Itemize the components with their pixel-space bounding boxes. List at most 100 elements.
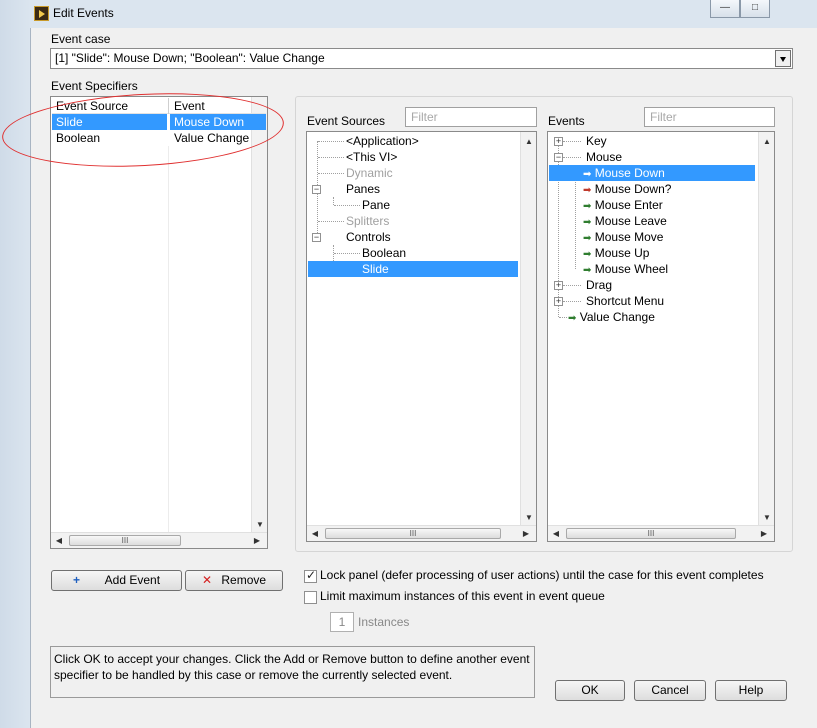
collapse-icon[interactable]: −	[554, 153, 563, 162]
help-message-text: Click OK to accept your changes. Click t…	[54, 652, 530, 682]
scroll-up-icon[interactable]: ▲	[759, 135, 775, 149]
events-vscrollbar[interactable]: ▲ ▼	[758, 132, 774, 525]
events-hscrollbar[interactable]: ◀ III ▶	[548, 525, 774, 541]
event-case-dropdown[interactable]: [1] "Slide": Mouse Down; "Boolean": Valu…	[50, 48, 793, 69]
column-grid-line	[168, 146, 169, 532]
instances-label: Instances	[358, 615, 410, 629]
tree-connector	[334, 253, 360, 254]
cancel-button[interactable]: Cancel	[634, 680, 706, 701]
instances-numeric-input[interactable]: 1	[330, 612, 354, 632]
scroll-down-icon[interactable]: ▼	[521, 511, 537, 525]
event-item-label: Mouse Down	[594, 166, 665, 180]
remove-label: Remove	[221, 573, 267, 587]
event-specifiers-label: Event Specifiers	[51, 79, 138, 93]
tree-connector	[563, 285, 581, 286]
limit-instances-label: Limit maximum instances of this event in…	[320, 589, 605, 603]
scroll-left-icon[interactable]: ◀	[309, 527, 321, 541]
sources-hscrollbar[interactable]: ◀ III ▶	[307, 525, 536, 541]
event-item-label: Mouse Enter	[594, 198, 663, 212]
event-item-mouse-enter[interactable]: ➡ Mouse Enter	[583, 197, 663, 213]
event-item-mouse-up[interactable]: ➡ Mouse Up	[583, 245, 649, 261]
source-item-application[interactable]: <Application>	[346, 133, 419, 149]
source-item-splitters[interactable]: Splitters	[346, 213, 389, 229]
edit-events-window: Edit Events — □ Event case [1] "Slide": …	[0, 0, 817, 728]
tree-connector	[318, 141, 344, 142]
event-item-mouse[interactable]: Mouse	[586, 149, 622, 165]
scroll-right-icon[interactable]: ▶	[758, 527, 770, 541]
event-item-mouse-move[interactable]: ➡ Mouse Move	[583, 229, 663, 245]
dropdown-arrow-icon[interactable]	[775, 50, 791, 67]
scroll-left-icon[interactable]: ◀	[550, 527, 562, 541]
minimize-button[interactable]: —	[710, 0, 740, 18]
tree-connector	[563, 157, 581, 158]
events-filter-input[interactable]: Filter	[644, 107, 775, 127]
event-item-shortcut-menu[interactable]: Shortcut Menu	[586, 293, 664, 309]
event-case-label: Event case	[51, 32, 111, 46]
source-item-boolean[interactable]: Boolean	[362, 245, 406, 261]
sources-vscrollbar[interactable]: ▲ ▼	[520, 132, 536, 525]
tree-connector	[318, 157, 344, 158]
add-event-button[interactable]: + Add Event	[51, 570, 182, 591]
remove-button[interactable]: ✕ Remove	[185, 570, 283, 591]
scroll-down-icon[interactable]: ▼	[252, 518, 268, 532]
x-icon: ✕	[201, 573, 213, 587]
source-item-controls[interactable]: Controls	[346, 229, 391, 245]
maximize-button[interactable]: □	[740, 0, 770, 18]
source-item-this-vi[interactable]: <This VI>	[346, 149, 397, 165]
specifiers-hscrollbar[interactable]: ◀ III ▶	[51, 532, 267, 548]
arrow-right-icon: ➡	[568, 313, 577, 324]
arrow-right-icon: ➡	[583, 201, 592, 212]
expand-icon[interactable]: +	[554, 281, 563, 290]
event-item-mouse-leave[interactable]: ➡ Mouse Leave	[583, 213, 667, 229]
specifiers-vscrollbar[interactable]: ▼	[251, 97, 267, 532]
tree-connector	[559, 317, 567, 318]
title-bar: Edit Events — □	[0, 0, 817, 28]
scroll-up-icon[interactable]: ▲	[521, 135, 537, 149]
scroll-thumb[interactable]: III	[566, 528, 736, 539]
event-item-label: Mouse Wheel	[594, 262, 669, 276]
source-item-panes[interactable]: Panes	[346, 181, 380, 197]
scroll-thumb[interactable]: III	[325, 528, 501, 539]
source-item-slide[interactable]: Slide	[308, 261, 518, 277]
tree-connector	[318, 221, 344, 222]
scroll-left-icon[interactable]: ◀	[53, 534, 65, 548]
expand-icon[interactable]: +	[554, 137, 563, 146]
limit-instances-checkbox[interactable]	[304, 591, 317, 604]
event-item-mouse-down[interactable]: ➡ Mouse Down	[549, 165, 755, 181]
event-item-label: Mouse Move	[594, 230, 664, 244]
event-item-mouse-down-filter[interactable]: ➡ Mouse Down?	[583, 181, 671, 197]
collapse-icon[interactable]: −	[312, 233, 321, 242]
scroll-thumb[interactable]: III	[69, 535, 181, 546]
event-item-label: Mouse Leave	[594, 214, 667, 228]
event-item-key[interactable]: Key	[586, 133, 607, 149]
arrow-right-icon: ➡	[583, 185, 592, 196]
scroll-right-icon[interactable]: ▶	[520, 527, 532, 541]
tree-connector	[563, 301, 581, 302]
event-sources-tree[interactable]: ▲ ▼ ◀ III ▶	[306, 131, 537, 542]
ok-button[interactable]: OK	[555, 680, 625, 701]
filter-placeholder: Filter	[650, 110, 677, 124]
expand-icon[interactable]: +	[554, 297, 563, 306]
source-item-pane[interactable]: Pane	[362, 197, 390, 213]
event-item-value-change[interactable]: ➡ Value Change	[568, 309, 655, 325]
events-label: Events	[548, 114, 585, 128]
arrow-right-icon: ➡	[583, 249, 592, 260]
scroll-down-icon[interactable]: ▼	[759, 511, 775, 525]
lock-panel-label: Lock panel (defer processing of user act…	[320, 568, 764, 582]
lock-panel-checkbox[interactable]	[304, 568, 317, 583]
help-message-box: Click OK to accept your changes. Click t…	[50, 646, 535, 698]
event-item-drag[interactable]: Drag	[586, 277, 612, 293]
help-button[interactable]: Help	[715, 680, 787, 701]
scroll-right-icon[interactable]: ▶	[251, 534, 263, 548]
tree-connector	[318, 173, 344, 174]
add-event-label: Add Event	[104, 573, 161, 587]
source-item-dynamic[interactable]: Dynamic	[346, 165, 393, 181]
event-item-label: Mouse Down?	[594, 182, 672, 196]
collapse-icon[interactable]: −	[312, 185, 321, 194]
event-item-mouse-wheel[interactable]: ➡ Mouse Wheel	[583, 261, 668, 277]
tree-connector	[563, 141, 581, 142]
event-sources-filter-input[interactable]: Filter	[405, 107, 537, 127]
event-item-label: Value Change	[579, 310, 655, 324]
plus-icon: +	[72, 573, 80, 587]
event-sources-label: Event Sources	[307, 114, 386, 128]
